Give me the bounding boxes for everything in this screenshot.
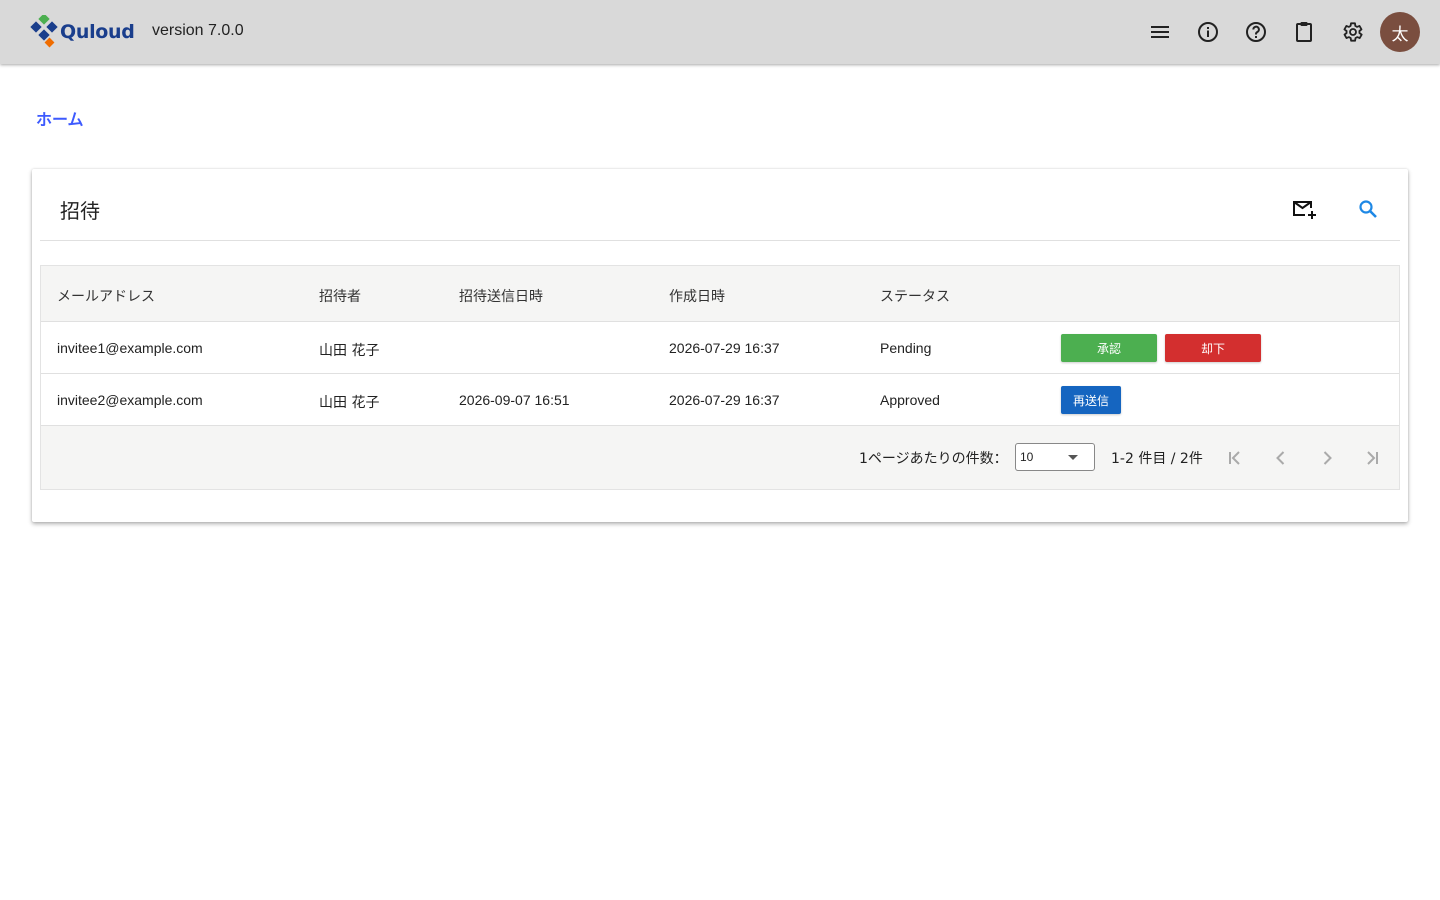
resend-button[interactable]: 再送信 (1061, 386, 1121, 414)
cell-sent-at: 2026-09-07 16:51 (459, 392, 570, 408)
first-page-button[interactable] (1220, 443, 1250, 473)
table-header: メールアドレス 招待者 招待送信日時 作成日時 ステータス (41, 266, 1399, 322)
chevron-right-icon (1323, 451, 1332, 465)
rows-per-page-label: 1ページあたりの件数： (859, 451, 1008, 467)
cell-email: invitee2@example.com (57, 392, 203, 408)
logo-text: Quloud (60, 21, 135, 43)
mail-add-icon (1293, 201, 1316, 219)
gear-icon (1343, 22, 1363, 42)
user-avatar[interactable]: 太 (1380, 12, 1420, 52)
app-bar: Quloud version 7.0.0 太 (0, 0, 1440, 64)
rows-per-page-select[interactable]: 10 (1015, 443, 1095, 471)
column-inviter[interactable]: 招待者 (319, 286, 361, 306)
column-status[interactable]: ステータス (880, 286, 950, 306)
caret-down-icon (1068, 455, 1078, 460)
cell-status: Approved (880, 392, 940, 408)
cell-status: Pending (880, 340, 932, 356)
breadcrumb-home[interactable]: ホーム (36, 106, 84, 130)
help-button[interactable] (1240, 16, 1272, 48)
version-label: version 7.0.0 (152, 22, 244, 39)
menu-icon (1151, 26, 1169, 38)
chevron-left-icon (1276, 451, 1285, 465)
search-button[interactable] (1352, 193, 1384, 225)
info-icon (1198, 22, 1218, 42)
column-created-at[interactable]: 作成日時 (669, 286, 725, 306)
clipboard-icon (1296, 22, 1312, 42)
cell-created-at: 2026-07-29 16:37 (669, 392, 780, 408)
previous-page-button[interactable] (1266, 443, 1296, 473)
cell-inviter: 山田 花子 (319, 395, 380, 411)
quloud-logo-icon (30, 15, 58, 48)
reject-button[interactable]: 却下 (1165, 334, 1261, 362)
last-page-button[interactable] (1357, 443, 1387, 473)
cell-created-at: 2026-07-29 16:37 (669, 340, 780, 356)
table-row: invitee2@example.com 山田 花子 2026-09-07 16… (41, 374, 1399, 426)
approve-button[interactable]: 承認 (1061, 334, 1157, 362)
table-row: invitee1@example.com 山田 花子 2026-07-29 16… (41, 322, 1399, 374)
settings-button[interactable] (1336, 16, 1368, 48)
column-email[interactable]: メールアドレス (57, 286, 155, 306)
page-title: 招待 (60, 199, 100, 223)
next-page-button[interactable] (1312, 443, 1342, 473)
invitations-table: メールアドレス 招待者 招待送信日時 作成日時 ステータス invitee1@e… (40, 265, 1400, 490)
table-pagination: 1ページあたりの件数： 10 1-2 件目 / 2件 (41, 426, 1399, 489)
last-page-icon (1367, 451, 1378, 465)
pagination-range: 1-2 件目 / 2件 (1111, 451, 1203, 467)
card-divider (40, 240, 1400, 241)
info-button[interactable] (1192, 16, 1224, 48)
cell-inviter: 山田 花子 (319, 343, 380, 359)
column-sent-at[interactable]: 招待送信日時 (459, 286, 543, 306)
quloud-logo[interactable]: Quloud (30, 15, 135, 49)
first-page-icon (1229, 451, 1240, 465)
clipboard-button[interactable] (1288, 16, 1320, 48)
send-invitation-button[interactable] (1288, 193, 1320, 225)
menu-button[interactable] (1144, 16, 1176, 48)
search-icon (1359, 200, 1377, 218)
invitations-card: 招待 メールアドレス 招待者 招待送信日時 作成日時 ステータス invitee… (32, 169, 1408, 522)
rows-per-page-value: 10 (1020, 450, 1034, 464)
cell-email: invitee1@example.com (57, 340, 203, 356)
help-icon (1246, 22, 1266, 42)
